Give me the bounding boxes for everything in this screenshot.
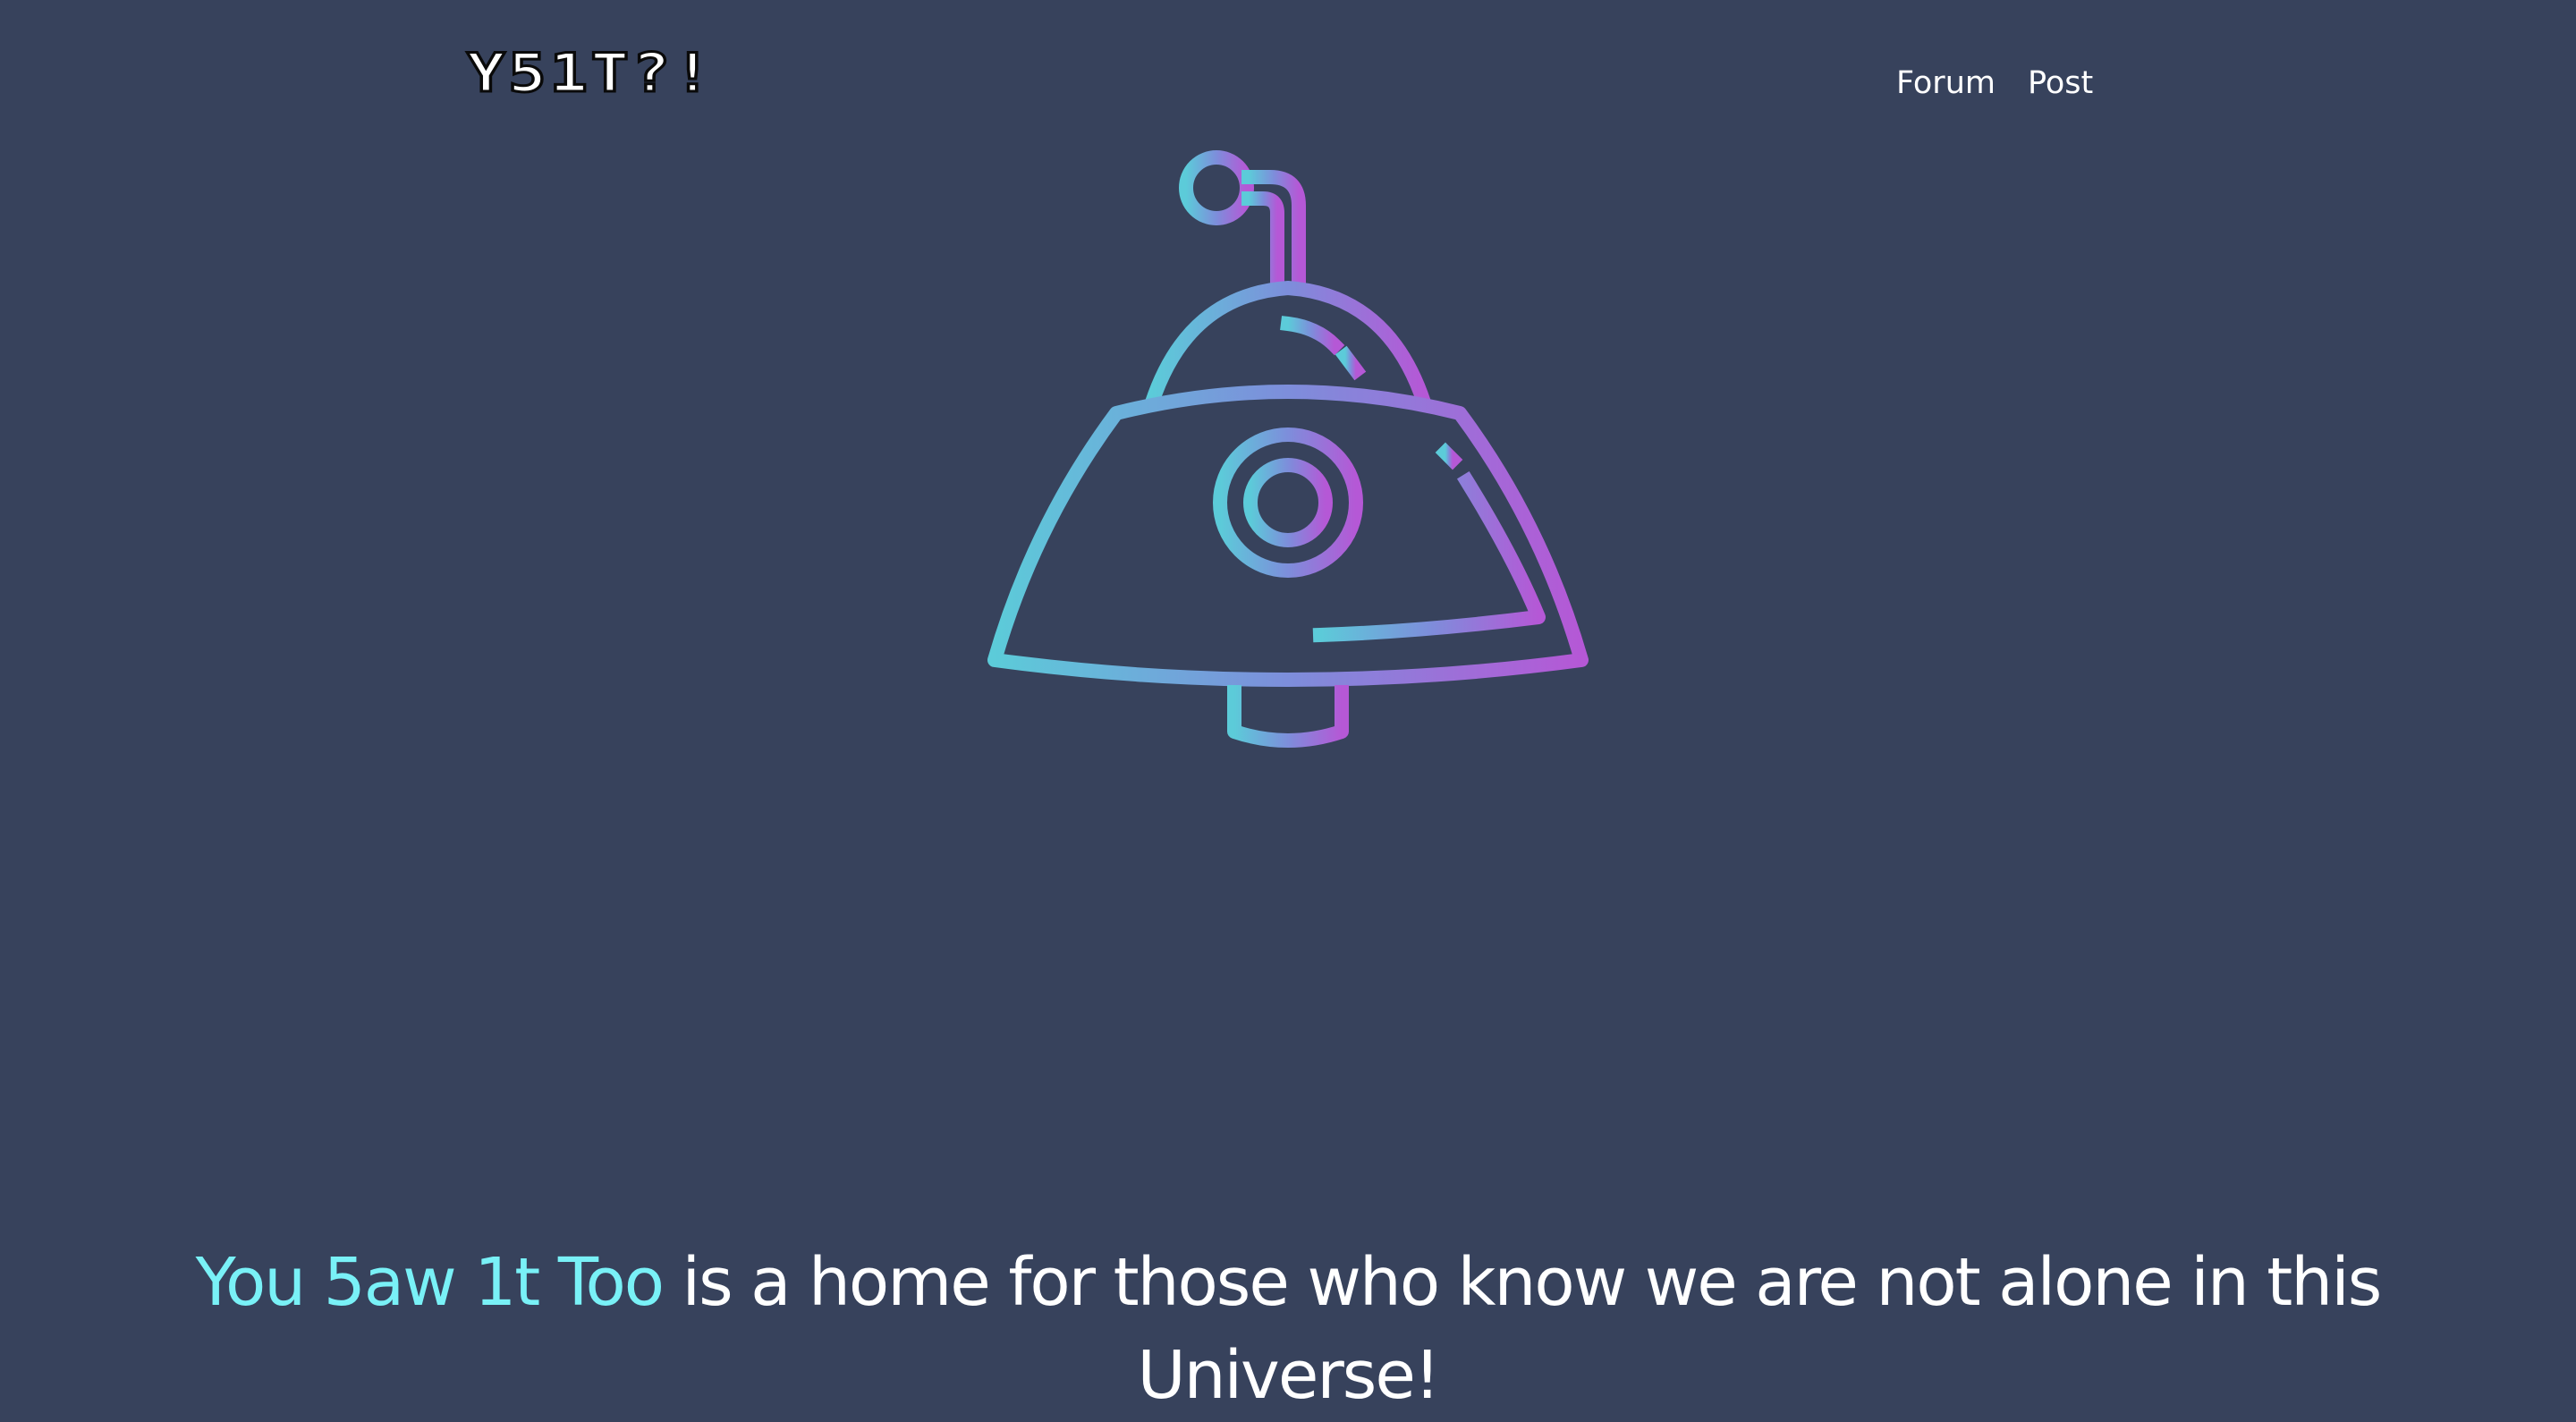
tagline-text: is a home for those who know we are not … — [663, 1244, 2383, 1414]
brand-name: You 5aw 1t Too — [195, 1244, 665, 1321]
main-nav: Forum Post — [1896, 64, 2093, 102]
alien-probe-icon — [987, 150, 1589, 748]
hero-tagline: You 5aw 1t Too is a home for those who k… — [179, 1236, 2397, 1422]
nav-forum-link[interactable]: Forum — [1896, 64, 1996, 102]
site-header: Y51T?! Forum Post — [0, 0, 2576, 143]
site-logo[interactable]: Y51T?! — [465, 46, 715, 102]
nav-post-link[interactable]: Post — [2028, 64, 2093, 102]
